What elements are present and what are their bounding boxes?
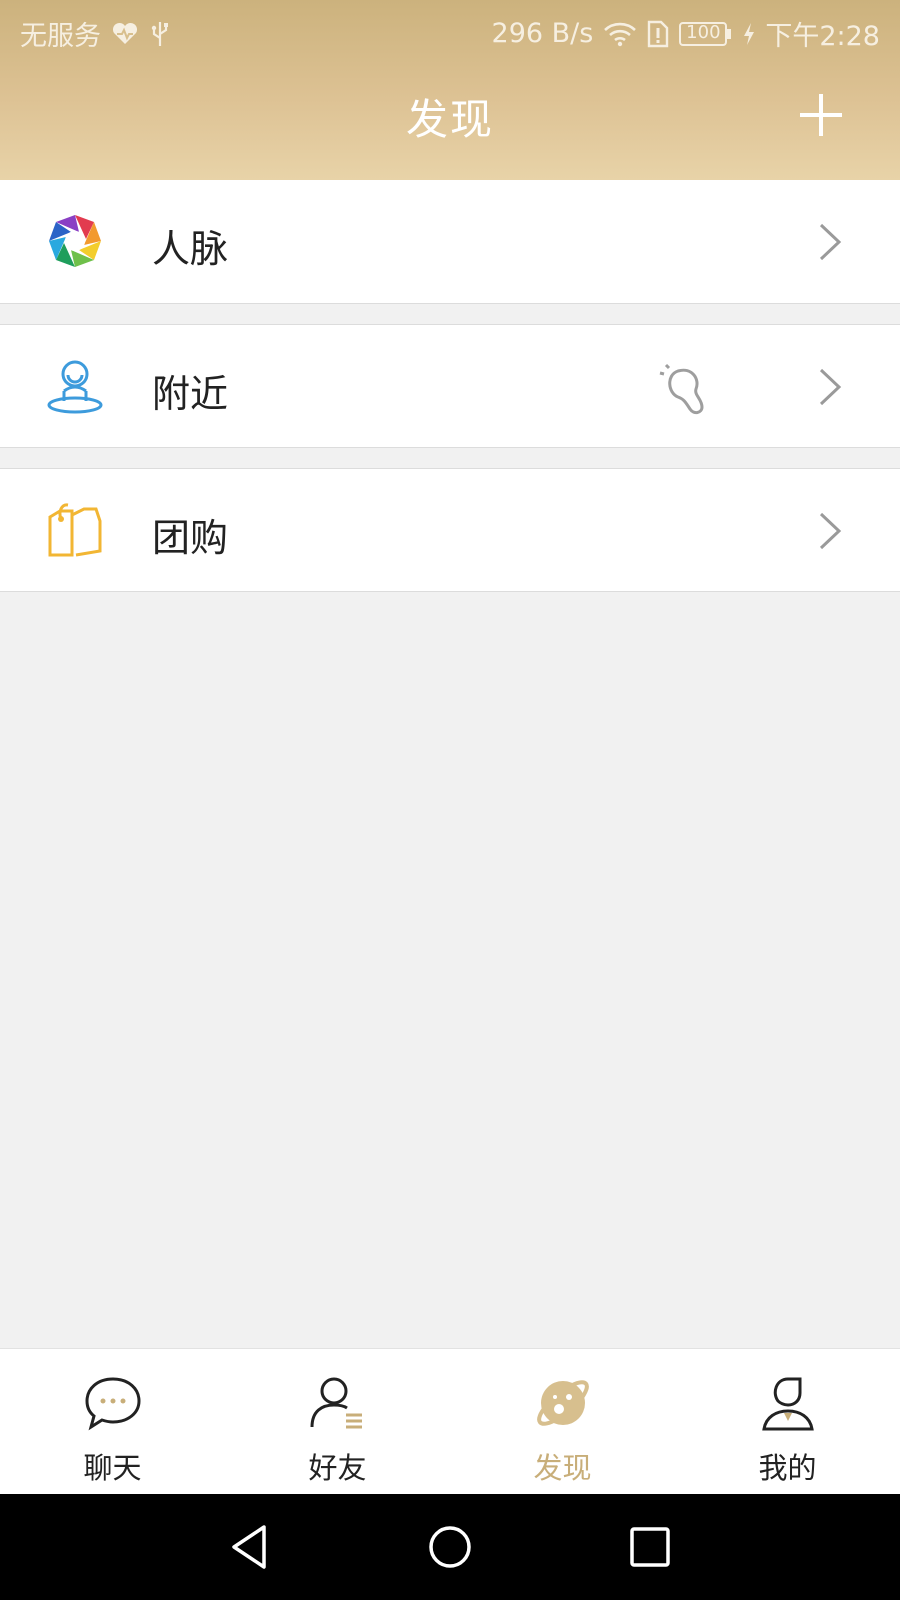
clock: 下午2:28	[765, 21, 880, 52]
price-tag-icon	[46, 501, 104, 559]
person-location-icon	[46, 357, 104, 415]
tab-label: 发现	[533, 1451, 592, 1485]
status-bar: 无服务 296 B/s 100 下午2:28	[0, 0, 900, 64]
add-button[interactable]	[800, 94, 842, 136]
tab-label: 我的	[758, 1451, 817, 1485]
list-item-label: 人脉	[152, 227, 229, 271]
friends-icon	[308, 1373, 368, 1433]
tab-discover[interactable]: 发现	[450, 1349, 675, 1495]
page-title: 发现	[405, 95, 494, 144]
list-item-label: 附近	[152, 372, 229, 416]
planet-icon	[533, 1373, 593, 1433]
usb-icon	[149, 20, 171, 48]
charging-icon	[743, 22, 755, 46]
list-item-contacts[interactable]: 人脉	[0, 180, 900, 304]
tab-me[interactable]: 我的	[675, 1349, 900, 1495]
sim-alert-icon	[647, 20, 669, 48]
chevron-right-icon	[818, 367, 842, 407]
footprint-icon	[656, 359, 716, 419]
battery-icon: 100	[679, 21, 733, 47]
tab-chat[interactable]: 聊天	[0, 1349, 225, 1495]
chevron-right-icon	[818, 222, 842, 262]
back-button[interactable]	[224, 1522, 274, 1572]
tab-label: 好友	[308, 1451, 367, 1485]
discover-list: 人脉 附近 团购	[0, 180, 900, 592]
chevron-right-icon	[818, 511, 842, 551]
heart-icon	[111, 22, 139, 46]
list-item-label: 团购	[152, 516, 229, 560]
network-speed: 296 B/s	[491, 18, 594, 49]
battery-level: 100	[686, 21, 721, 43]
tab-label: 聊天	[83, 1451, 142, 1485]
tab-friends[interactable]: 好友	[225, 1349, 450, 1495]
home-button[interactable]	[425, 1522, 475, 1572]
header: 无服务 296 B/s 100 下午2:28 发现	[0, 0, 900, 180]
bottom-tab-bar: 聊天 好友 发现 我的	[0, 1348, 900, 1495]
wifi-icon	[603, 21, 637, 47]
system-nav-bar	[0, 1494, 900, 1600]
profile-icon	[758, 1373, 818, 1433]
carrier-text: 无服务	[20, 21, 101, 52]
list-item-nearby[interactable]: 附近	[0, 324, 900, 448]
list-item-group-buy[interactable]: 团购	[0, 468, 900, 592]
recents-button[interactable]	[625, 1522, 675, 1572]
chat-bubble-icon	[83, 1373, 143, 1433]
aperture-icon	[46, 212, 104, 270]
